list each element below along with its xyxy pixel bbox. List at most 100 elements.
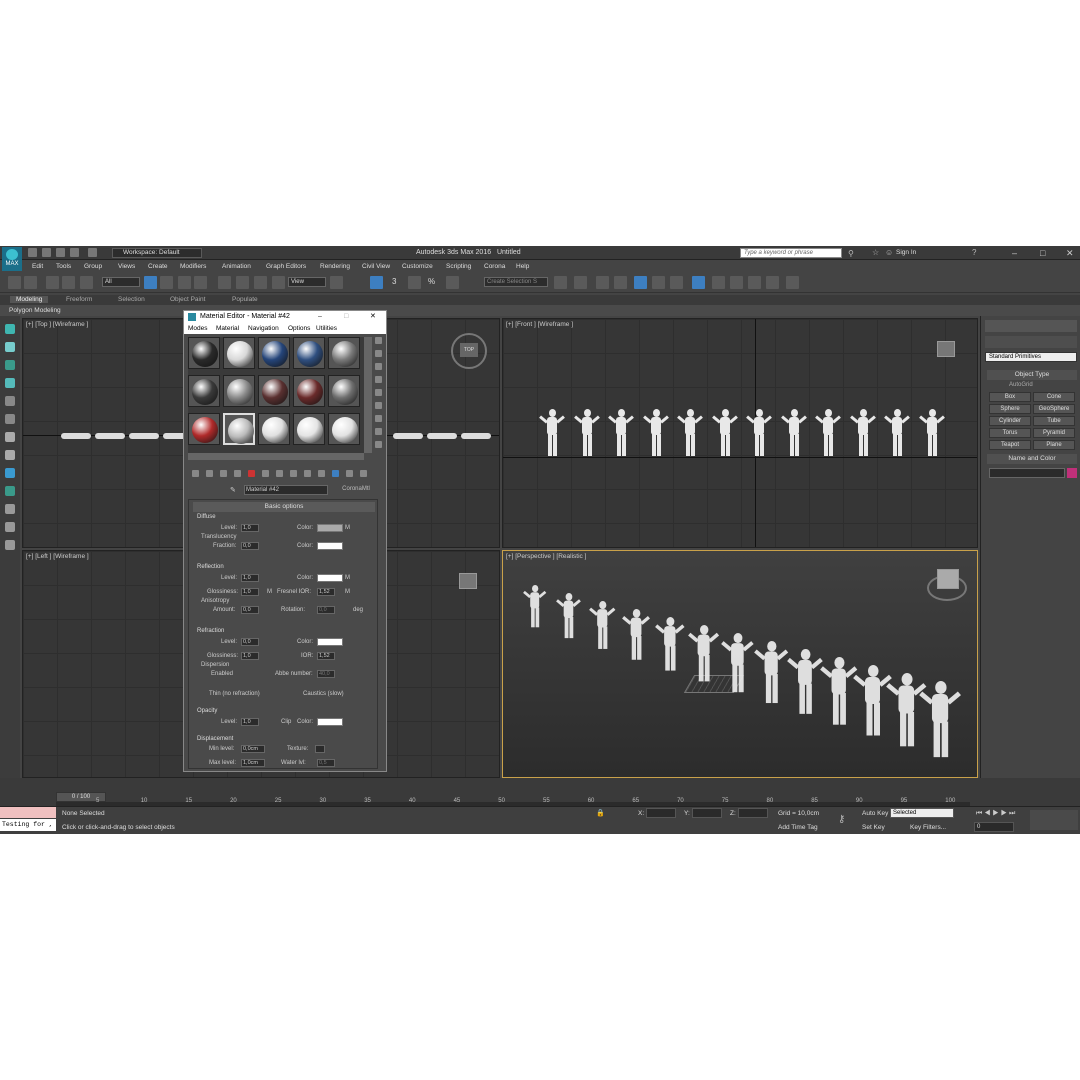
ribbon-tab-modeling[interactable]: Modeling [10,296,49,303]
display-icon[interactable] [5,486,15,496]
render-production-icon[interactable] [748,276,761,289]
workspace-dropdown[interactable]: Workspace: Default [112,248,202,258]
character-model[interactable] [884,409,910,457]
material-slot[interactable] [293,413,325,445]
object-name-field[interactable] [989,468,1065,478]
sample-tool-icon[interactable] [375,428,382,435]
new-file-icon[interactable] [28,248,37,257]
sample-tool-icon[interactable] [375,337,382,344]
max-level-spinner[interactable]: 1,0cm [241,759,265,767]
search-input[interactable]: Type a keyword or phrase [740,248,842,258]
menu-scripting[interactable]: Scripting [446,263,471,270]
selection-filter-dropdown[interactable]: All [102,277,140,287]
ribbon-tab-populate[interactable]: Populate [232,296,258,303]
reflection-color-swatch[interactable] [317,574,343,582]
helper-icon[interactable] [5,360,15,370]
menu-edit[interactable]: Edit [32,263,43,270]
playback-controls[interactable]: ⏮◀▶▶⏭ [976,810,1017,818]
primitive-sphere-button[interactable]: Sphere [989,404,1031,414]
create-icon[interactable] [5,324,15,334]
eye-icon[interactable] [5,522,15,532]
help-icon[interactable]: ? [972,248,976,257]
material-slot[interactable] [223,413,255,445]
viewcube[interactable] [459,573,477,589]
spinner-snap-icon[interactable] [446,276,459,289]
bulb-icon[interactable] [5,540,15,550]
material-slot[interactable] [328,375,360,407]
viewcube[interactable] [937,569,959,589]
select-manipulate-icon[interactable] [370,276,383,289]
auto-key-button[interactable]: Auto Key [862,810,888,817]
primitive-tube-button[interactable]: Tube [1033,416,1075,426]
refraction-color-swatch[interactable] [317,638,343,646]
primitive-torus-button[interactable]: Torus [989,428,1031,438]
character-model[interactable] [688,625,720,683]
diffuse-level-spinner[interactable]: 1,0 [241,524,259,532]
anisotropy-amount-spinner[interactable]: 0,0 [241,606,259,614]
material-type-button[interactable]: CoronaMtl [334,485,378,495]
snap-toggle-icon[interactable]: 3 [392,277,396,286]
material-slot[interactable] [258,337,290,369]
align-icon[interactable] [574,276,587,289]
material-tool-icon[interactable] [276,470,283,477]
diffuse-color-swatch[interactable] [317,524,343,532]
rotate-icon[interactable] [236,276,249,289]
scale-icon[interactable] [254,276,267,289]
toggle-ribbon-icon[interactable] [634,276,647,289]
window-crossing-icon[interactable] [194,276,207,289]
select-object-icon[interactable] [144,276,157,289]
minimize-icon[interactable]: – [318,311,322,323]
mated-menu-utilities[interactable]: Utilities [316,325,337,332]
character-model[interactable] [721,633,754,693]
material-tool-icon[interactable] [332,470,339,477]
z-coordinate-field[interactable] [738,808,768,818]
rendered-frame-window-icon[interactable] [730,276,743,289]
object-color-swatch[interactable] [1067,468,1077,478]
material-slot[interactable] [188,413,220,445]
material-tool-icon[interactable] [248,470,255,477]
motion-icon[interactable] [5,468,15,478]
material-slot[interactable] [258,413,290,445]
percent-snap-icon[interactable]: % [428,277,435,286]
material-slot[interactable] [223,375,255,407]
character-model[interactable] [746,409,772,457]
thin-refraction-checkbox[interactable]: Thin (no refraction) [209,691,260,697]
menu-civil-view[interactable]: Civil View [362,263,390,270]
viewport-label[interactable]: [+] [Left ] [Wireframe ] [26,553,89,560]
material-slot[interactable] [293,337,325,369]
map-button[interactable]: M [267,589,272,595]
character-model[interactable] [918,409,945,457]
character-model[interactable] [622,609,650,661]
translucency-color-swatch[interactable] [317,542,343,550]
character-model[interactable] [608,409,634,457]
render-setup-icon[interactable] [712,276,725,289]
abbe-number-spinner[interactable]: 40,0 [317,670,335,678]
primitive-pyramid-button[interactable]: Pyramid [1033,428,1075,438]
refraction-ior-spinner[interactable]: 1,52 [317,652,335,660]
character-model[interactable] [820,657,858,726]
command-panel-tabs[interactable] [985,320,1077,332]
primitives-dropdown[interactable]: Standard Primitives [985,352,1077,362]
material-tool-icon[interactable] [262,470,269,477]
viewport-label[interactable]: [+] [Front ] [Wireframe ] [506,321,573,328]
material-tool-icon[interactable] [192,470,199,477]
character-model[interactable] [849,409,876,457]
undo-icon[interactable] [70,248,79,257]
move-icon[interactable] [218,276,231,289]
bind-space-warp-icon[interactable] [80,276,93,289]
model-top-view[interactable] [95,433,125,439]
material-slot[interactable] [328,413,360,445]
map-button[interactable]: M [345,575,350,581]
opacity-color-swatch[interactable] [317,718,343,726]
anisotropy-rotation-spinner[interactable]: 0,0 [317,606,335,614]
lock-icon[interactable]: 🔒 [596,809,605,817]
min-level-spinner[interactable]: 0,0cm [241,745,265,753]
link-icon[interactable] [46,276,59,289]
refraction-glossiness-spinner[interactable]: 1,0 [241,652,259,660]
reference-coordinate-dropdown[interactable]: View [288,277,326,287]
redo-icon[interactable] [24,276,37,289]
render-iterative-icon[interactable] [766,276,779,289]
autogrid-checkbox[interactable]: AutoGrid [1009,382,1033,388]
character-model[interactable] [642,409,669,457]
render-in-cloud-icon[interactable] [786,276,799,289]
